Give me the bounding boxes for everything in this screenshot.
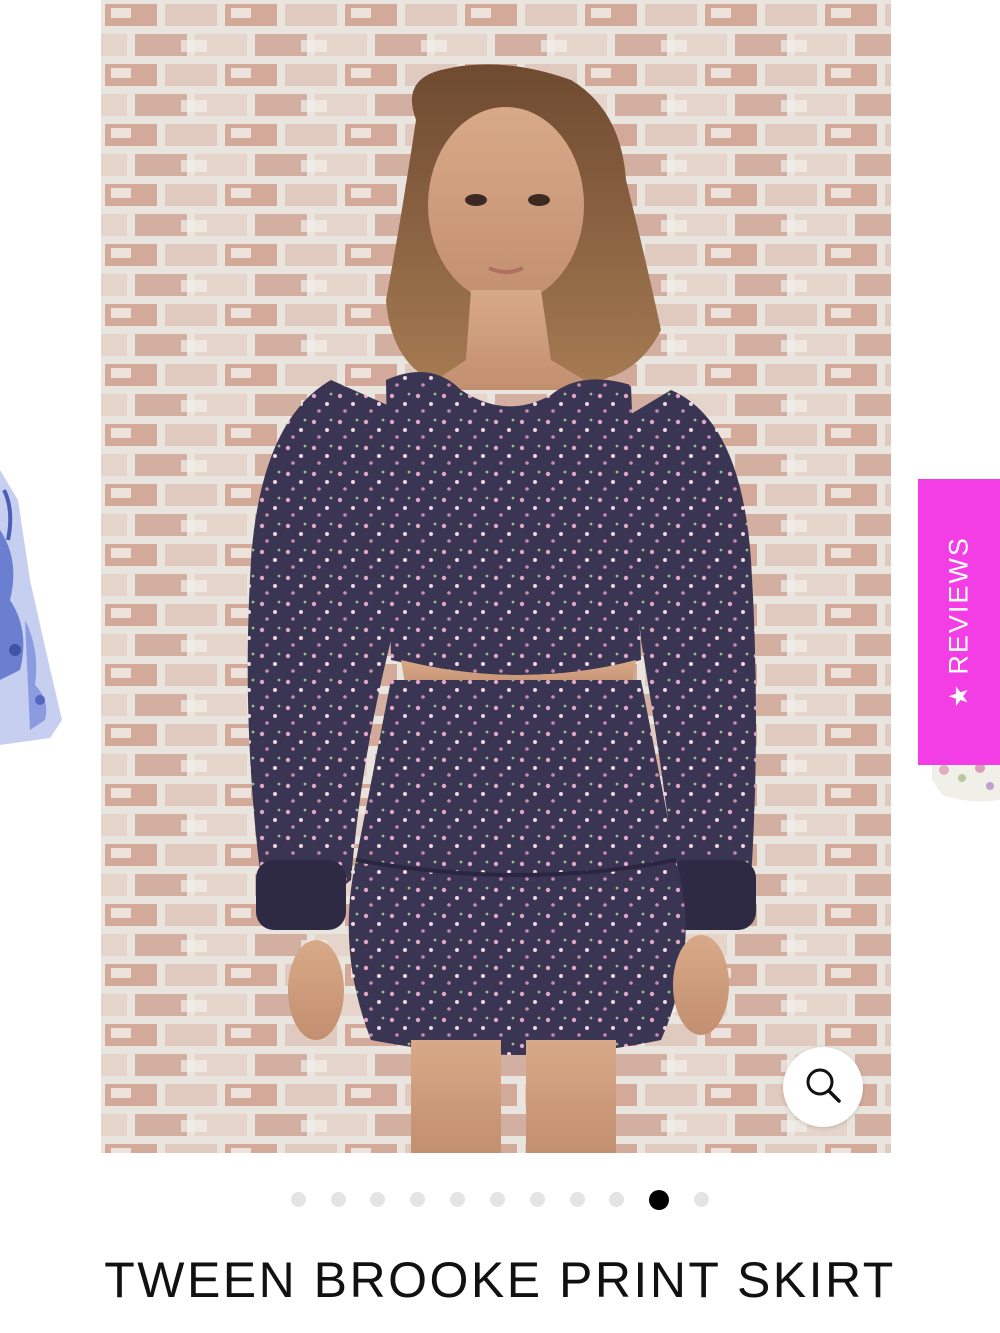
pagination-dot[interactable] xyxy=(694,1192,709,1207)
next-slide-peek[interactable] xyxy=(932,760,1000,805)
pagination-dot[interactable] xyxy=(490,1192,505,1207)
pagination-dot[interactable] xyxy=(450,1192,465,1207)
product-title: TWEEN BROOKE PRINT SKIRT xyxy=(104,1252,896,1308)
pagination-dot[interactable] xyxy=(570,1192,585,1207)
main-product-image[interactable] xyxy=(101,0,891,1153)
previous-slide-peek[interactable] xyxy=(0,470,62,745)
star-icon: ★ xyxy=(944,684,974,708)
pagination-dot[interactable] xyxy=(370,1192,385,1207)
pagination-dot[interactable] xyxy=(410,1192,425,1207)
pagination-dot[interactable] xyxy=(291,1192,306,1207)
reviews-label: REVIEWS xyxy=(943,536,974,675)
search-icon xyxy=(803,1065,843,1110)
pagination-dot[interactable] xyxy=(530,1192,545,1207)
product-page: ★ REVIEWS TWEEN BROOKE PRINT SKIRT xyxy=(0,0,1000,1333)
gallery-pagination xyxy=(0,1190,1000,1210)
pagination-dot[interactable] xyxy=(331,1192,346,1207)
zoom-button[interactable] xyxy=(783,1047,863,1127)
reviews-tab[interactable]: ★ REVIEWS xyxy=(918,479,1000,765)
reviews-tab-content: ★ REVIEWS xyxy=(944,536,975,708)
pagination-dot-active[interactable] xyxy=(649,1190,669,1210)
pagination-dot[interactable] xyxy=(609,1192,624,1207)
